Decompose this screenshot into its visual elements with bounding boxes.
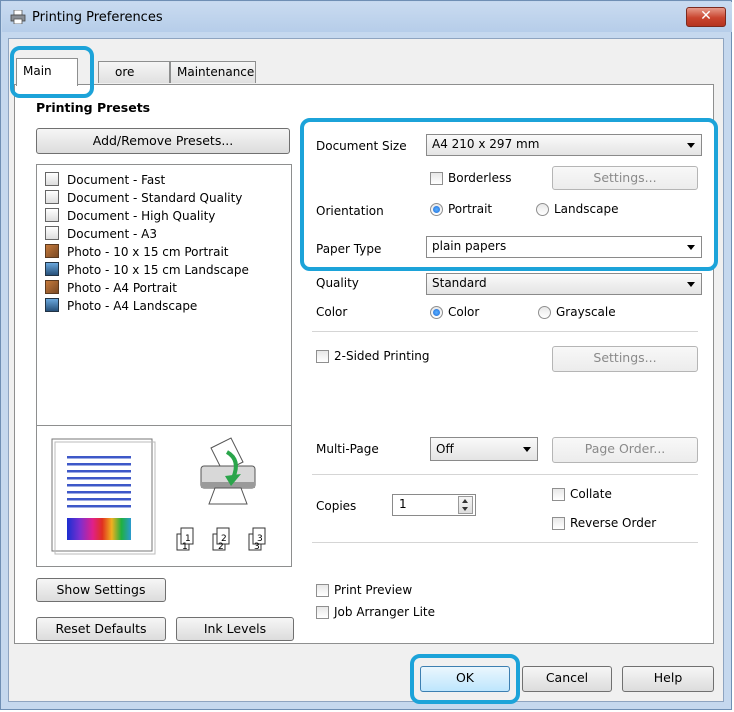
printing-presets-heading: Printing Presets: [36, 100, 151, 115]
copies-value: 1: [399, 497, 407, 511]
document-icon: [45, 190, 59, 204]
reverse-order-checkbox[interactable]: [552, 517, 565, 530]
copy-label: 3: [257, 534, 263, 544]
borderless-settings-button[interactable]: Settings...: [552, 166, 698, 190]
two-sided-settings-button[interactable]: Settings...: [552, 346, 698, 372]
list-item[interactable]: Document - A3: [45, 226, 157, 243]
chevron-down-icon: [523, 447, 531, 452]
page-preview-icon: [51, 438, 156, 555]
divider: [312, 331, 698, 332]
document-icon: [45, 172, 59, 186]
landscape-label: Landscape: [554, 202, 619, 216]
document-icon: [45, 208, 59, 222]
multi-page-label: Multi-Page: [316, 442, 379, 456]
copies-spin-buttons[interactable]: [458, 496, 473, 514]
list-item[interactable]: Photo - A4 Portrait: [45, 280, 177, 297]
show-settings-button[interactable]: Show Settings: [36, 578, 166, 602]
printer-icon: [10, 10, 26, 24]
job-arranger-checkbox[interactable]: [316, 606, 329, 619]
tab-more-options[interactable]: ore Options: [98, 61, 170, 100]
add-remove-presets-button[interactable]: Add/Remove Presets...: [36, 128, 290, 154]
borderless-checkbox[interactable]: [430, 172, 443, 185]
divider: [312, 542, 698, 543]
collate-label: Collate: [570, 487, 612, 501]
chevron-down-icon: [687, 245, 695, 250]
quality-value: Standard: [432, 276, 487, 290]
list-item[interactable]: Document - Fast: [45, 172, 165, 189]
close-button[interactable]: ✕: [686, 7, 726, 27]
chevron-up-icon[interactable]: [462, 499, 468, 503]
two-sided-checkbox[interactable]: [316, 350, 329, 363]
portrait-label: Portrait: [448, 202, 493, 216]
tab-maintenance[interactable]: Maintenance: [170, 61, 256, 83]
chevron-down-icon: [687, 282, 695, 287]
color-label: Color: [316, 305, 348, 319]
portrait-radio[interactable]: [430, 203, 443, 216]
divider: [312, 474, 698, 475]
copy-label: 2: [221, 534, 227, 544]
photo-portrait-icon: [45, 280, 59, 294]
paper-type-label: Paper Type: [316, 242, 382, 256]
copies-label: Copies: [316, 499, 357, 513]
close-icon: ✕: [700, 8, 712, 24]
list-item[interactable]: Document - Standard Quality: [45, 190, 242, 207]
chevron-down-icon[interactable]: [462, 507, 468, 511]
collate-checkbox[interactable]: [552, 488, 565, 501]
list-item[interactable]: Photo - 10 x 15 cm Portrait: [45, 244, 229, 261]
chevron-down-icon: [687, 143, 695, 148]
page-order-button[interactable]: Page Order...: [552, 437, 698, 463]
cancel-button[interactable]: Cancel: [522, 666, 612, 692]
document-icon: [45, 226, 59, 240]
tab-maintenance-label: Maintenance: [177, 65, 255, 79]
presets-list[interactable]: Document - Fast Document - Standard Qual…: [36, 164, 292, 426]
print-preview-checkbox[interactable]: [316, 584, 329, 597]
window-title: Printing Preferences: [32, 10, 163, 25]
copy-label: 1: [185, 534, 191, 544]
two-sided-label: 2-Sided Printing: [334, 349, 430, 363]
title-bar[interactable]: Printing Preferences ✕: [2, 2, 732, 32]
quality-select[interactable]: Standard: [426, 273, 702, 295]
collate-copies-icon: 11 22 33: [176, 527, 266, 552]
list-item[interactable]: Document - High Quality: [45, 208, 215, 225]
orientation-label: Orientation: [316, 204, 384, 218]
borderless-label: Borderless: [448, 171, 512, 185]
printer-icon: [200, 437, 256, 505]
ink-levels-button[interactable]: Ink Levels: [176, 617, 294, 641]
grayscale-radio[interactable]: [538, 306, 551, 319]
color-radio[interactable]: [430, 306, 443, 319]
document-size-select[interactable]: A4 210 x 297 mm: [426, 134, 702, 156]
document-size-label: Document Size: [316, 139, 407, 153]
reverse-order-label: Reverse Order: [570, 516, 657, 530]
landscape-radio[interactable]: [536, 203, 549, 216]
ok-button-highlight: [410, 654, 520, 704]
paper-type-value: plain papers: [432, 239, 507, 253]
grayscale-label: Grayscale: [556, 305, 616, 319]
help-button[interactable]: Help: [622, 666, 714, 692]
print-preview-graphic: 11 22 33: [36, 425, 292, 567]
list-item[interactable]: Photo - 10 x 15 cm Landscape: [45, 262, 249, 279]
job-arranger-label: Job Arranger Lite: [334, 605, 435, 619]
quality-label: Quality: [316, 276, 359, 290]
photo-landscape-icon: [45, 298, 59, 312]
multi-page-select[interactable]: Off: [430, 437, 538, 461]
photo-portrait-icon: [45, 244, 59, 258]
list-item[interactable]: Photo - A4 Landscape: [45, 298, 197, 315]
document-size-value: A4 210 x 297 mm: [432, 137, 540, 151]
paper-type-select[interactable]: plain papers: [426, 236, 702, 258]
copies-stepper[interactable]: 1: [392, 494, 476, 516]
photo-landscape-icon: [45, 262, 59, 276]
multi-page-value: Off: [436, 442, 454, 456]
color-option-label: Color: [448, 305, 480, 319]
reset-defaults-button[interactable]: Reset Defaults: [36, 617, 166, 641]
main-tab-highlight: [10, 46, 94, 98]
print-preview-label: Print Preview: [334, 583, 413, 597]
